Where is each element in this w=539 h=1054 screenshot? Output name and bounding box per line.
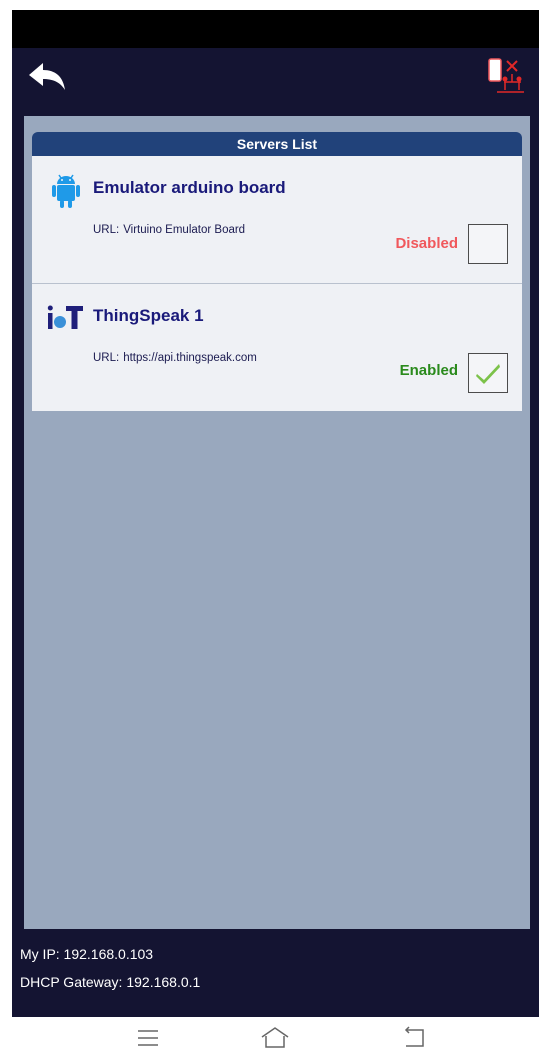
android-icon [46, 171, 86, 209]
servers-list-header: Servers List [32, 132, 522, 156]
ip-address: My IP: 192.168.0.103 [20, 946, 154, 962]
server-name: Emulator arduino board [93, 178, 286, 197]
status-bar [12, 10, 539, 48]
url-value: Virtuino Emulator Board [123, 224, 246, 236]
url-value: https://api.thingspeak.com [123, 352, 257, 364]
back-icon[interactable] [398, 1025, 430, 1051]
home-icon[interactable] [259, 1025, 291, 1051]
checkmark-icon [476, 364, 500, 384]
app-screen: Servers List Emulator arduino board URL:… [12, 10, 539, 1017]
toolbar [12, 48, 539, 105]
server-name: ThingSpeak 1 [93, 306, 204, 325]
dhcp-gateway: DHCP Gateway: 192.168.0.1 [20, 974, 201, 990]
enable-checkbox[interactable] [468, 353, 508, 393]
menu-icon[interactable] [132, 1025, 164, 1051]
url-label: URL: [93, 352, 120, 364]
server-url: URL: Virtuino Emulator Board [93, 224, 245, 236]
back-arrow-icon[interactable] [26, 61, 70, 93]
network-info: My IP: 192.168.0.103 DHCP Gateway: 192.1… [20, 940, 200, 996]
enable-checkbox[interactable] [468, 224, 508, 264]
status-label: Enabled [399, 362, 458, 379]
server-list: Servers List Emulator arduino board URL:… [32, 132, 522, 411]
content-area: Servers List Emulator arduino board URL:… [24, 116, 530, 929]
iot-icon [46, 299, 86, 337]
status-label: Disabled [395, 235, 458, 252]
system-nav-bar [0, 1017, 539, 1054]
url-label: URL: [93, 224, 120, 236]
disconnected-network-icon[interactable] [487, 56, 525, 96]
server-item-thingspeak[interactable]: ThingSpeak 1 URL: https://api.thingspeak.… [32, 284, 522, 411]
server-item-emulator[interactable]: Emulator arduino board URL: Virtuino Emul… [32, 156, 522, 284]
server-url: URL: https://api.thingspeak.com [93, 352, 257, 364]
